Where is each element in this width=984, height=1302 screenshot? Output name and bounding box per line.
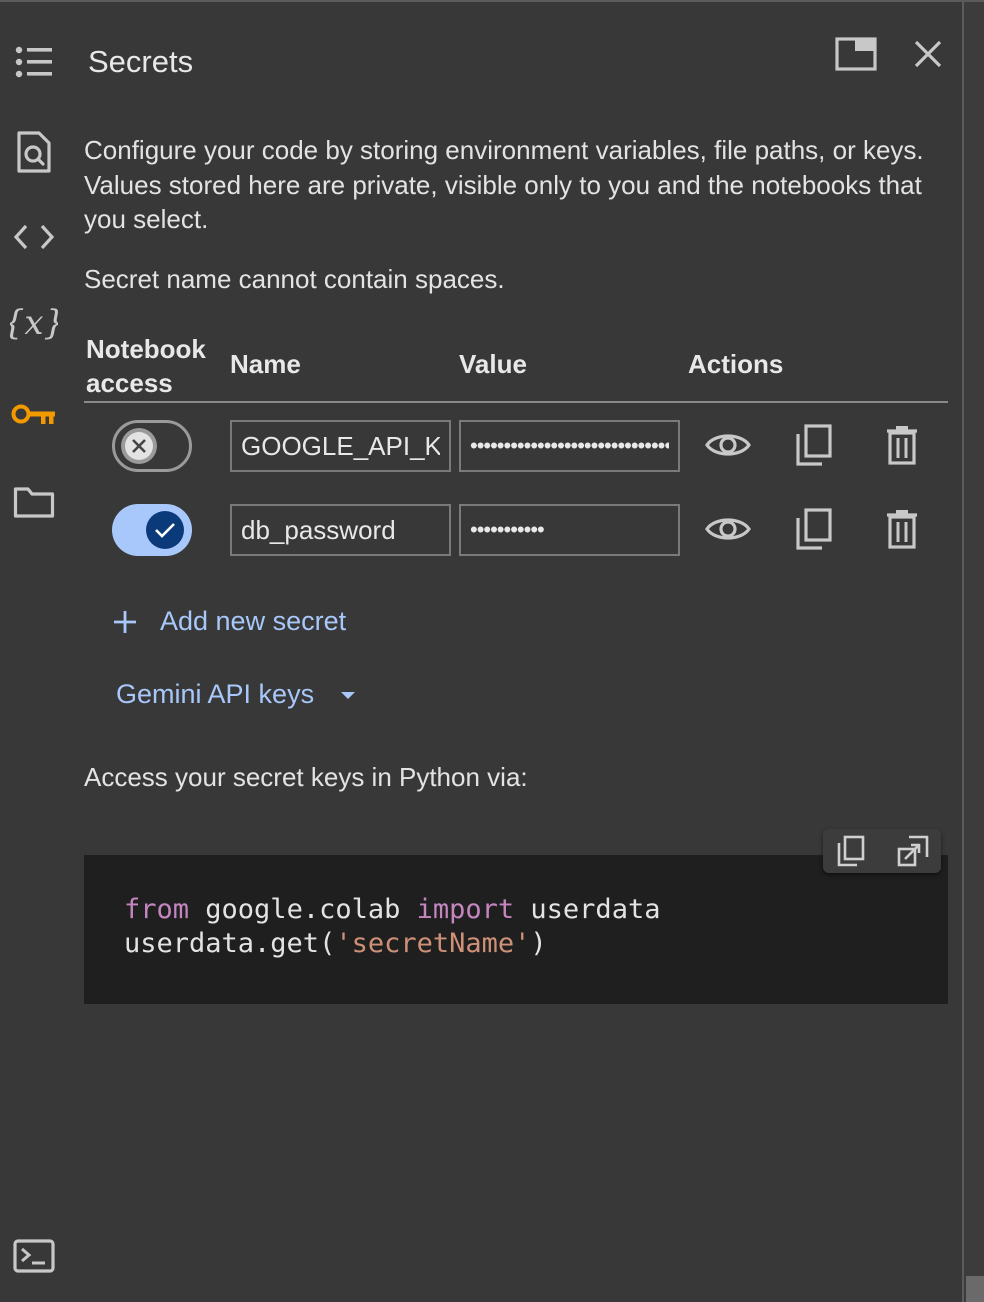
- header-name: Name: [230, 349, 301, 379]
- folder-icon[interactable]: [10, 478, 58, 526]
- panel-title: Secrets: [88, 44, 194, 79]
- show-value-eye-icon[interactable]: [700, 501, 756, 557]
- add-new-secret-button[interactable]: Add new secret: [110, 606, 346, 637]
- add-new-secret-label: Add new secret: [160, 606, 347, 636]
- code-toolbar: [823, 829, 941, 873]
- delete-secret-trash-icon[interactable]: [874, 501, 930, 557]
- copy-value-icon[interactable]: [786, 501, 842, 557]
- scrollbar[interactable]: [962, 2, 984, 1302]
- gemini-api-keys-label: Gemini API keys: [116, 679, 315, 709]
- show-value-eye-icon[interactable]: [700, 417, 756, 473]
- header-notebook-access-line1: Notebook: [86, 334, 206, 364]
- code-call-close: ): [530, 928, 547, 959]
- header-actions: Actions: [688, 349, 784, 379]
- secrets-panel: {x} Secrets: [0, 0, 984, 1302]
- insert-code-cell-icon[interactable]: [893, 831, 933, 871]
- secret-name-input[interactable]: [230, 504, 451, 556]
- close-icon[interactable]: [904, 30, 952, 78]
- code-keyword-from: from: [124, 894, 190, 925]
- code-import-name: userdata: [514, 894, 661, 925]
- notebook-access-toggle[interactable]: [112, 420, 192, 472]
- open-in-tab-icon[interactable]: [832, 30, 880, 78]
- check-icon: [155, 523, 175, 538]
- copy-value-icon[interactable]: [786, 417, 842, 473]
- code-call: userdata.get(: [124, 928, 336, 959]
- terminal-icon[interactable]: [10, 1232, 58, 1280]
- access-instructions: Access your secret keys in Python via:: [84, 762, 528, 792]
- header-value: Value: [459, 349, 527, 379]
- table-of-contents-icon[interactable]: [10, 38, 58, 86]
- svg-text:{x}: {x}: [10, 303, 58, 343]
- variables-icon[interactable]: {x}: [10, 300, 58, 348]
- header-notebook-access-line2: access: [86, 368, 173, 398]
- header-divider: [84, 401, 948, 403]
- toggle-off-x-icon: [125, 432, 153, 460]
- toggle-knob: [121, 428, 157, 464]
- code-string-arg: 'secretName': [335, 928, 531, 959]
- code-keyword-import: import: [416, 894, 515, 925]
- side-rail: {x}: [0, 2, 68, 1302]
- copy-code-icon[interactable]: [831, 831, 871, 871]
- scrollbar-thumb[interactable]: [966, 1276, 984, 1302]
- toggle-knob: [146, 511, 184, 549]
- name-rule-note: Secret name cannot contain spaces.: [84, 264, 505, 294]
- header-notebook-access: Notebook access: [86, 332, 206, 400]
- panel-description: Configure your code by storing environme…: [84, 135, 924, 234]
- code-snippet: from google.colab import userdata userda…: [84, 855, 948, 1004]
- code-module: google.colab: [189, 894, 417, 925]
- caret-down-icon: [341, 691, 356, 699]
- key-icon[interactable]: [10, 390, 58, 438]
- secret-value-input[interactable]: [459, 504, 680, 556]
- code-snippets-icon[interactable]: [10, 213, 58, 261]
- find-replace-icon[interactable]: [10, 128, 58, 176]
- delete-secret-trash-icon[interactable]: [874, 417, 930, 473]
- gemini-api-keys-dropdown[interactable]: Gemini API keys: [116, 679, 358, 710]
- plus-icon: [114, 610, 136, 633]
- secret-value-input[interactable]: [459, 420, 680, 472]
- notebook-access-toggle[interactable]: [112, 504, 192, 556]
- secret-name-input[interactable]: [230, 420, 451, 472]
